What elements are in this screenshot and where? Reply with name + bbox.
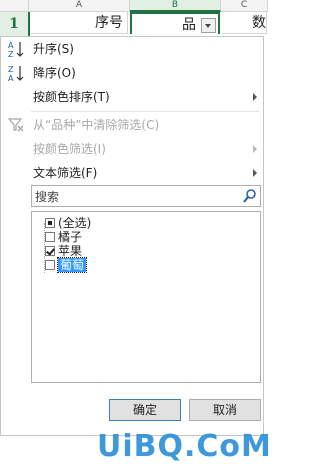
filter-dropdown-button[interactable] [201, 18, 216, 33]
search-input[interactable]: 搜索 [31, 185, 261, 207]
filter-item-select-all[interactable]: (全选) [45, 216, 92, 230]
filter-item-label: (全选) [58, 216, 92, 230]
cell-c1[interactable]: 数 [222, 12, 267, 34]
menu-item-filter-by-color: 按颜色筛选(I) [1, 137, 263, 161]
submenu-arrow-icon [253, 169, 257, 177]
clear-filter-label: 从“品种”中清除筛选(C) [33, 118, 160, 132]
orange-checkbox[interactable] [45, 232, 55, 242]
column-header-a[interactable]: A [29, 0, 130, 12]
sort-ascending-icon: A Z [8, 41, 24, 58]
filter-item-grape[interactable]: 葡萄 [45, 257, 88, 273]
column-header-c[interactable]: C [221, 0, 268, 12]
select-all-checkbox[interactable] [45, 218, 55, 228]
filter-item-label: 葡萄 [56, 257, 88, 273]
menu-item-sort-by-color[interactable]: 按颜色排序(T) [1, 85, 263, 109]
apple-checkbox[interactable] [45, 246, 55, 256]
row-header-1[interactable]: 1 [0, 12, 30, 36]
sort-descending-label: 降序(O) [33, 66, 76, 80]
submenu-arrow-icon [253, 93, 257, 101]
cell-a1[interactable]: 序号 [30, 12, 128, 34]
filter-item-orange[interactable]: 橘子 [45, 230, 83, 244]
select-all-corner[interactable] [0, 0, 29, 12]
filter-item-apple[interactable]: 苹果 [45, 244, 83, 258]
filter-item-label: 苹果 [58, 244, 83, 258]
menu-item-sort-ascending[interactable]: A Z 升序(S) [1, 37, 263, 61]
sort-descending-icon: Z A [8, 65, 24, 82]
autofilter-menu: A Z 升序(S) Z A 降序(O) 按颜色排序(T) 从“品种”中清除筛选(… [0, 36, 271, 464]
clear-filter-icon [7, 118, 24, 132]
text-filter-label: 文本筛选(F) [33, 166, 98, 180]
menu-item-clear-filter: 从“品种”中清除筛选(C) [1, 113, 263, 137]
svg-text:A: A [8, 41, 14, 50]
svg-text:Z: Z [8, 65, 14, 74]
menu-divider [31, 111, 259, 112]
cell-b1[interactable]: 品 [130, 12, 220, 34]
submenu-arrow-icon [253, 145, 257, 153]
grape-checkbox[interactable] [45, 260, 55, 270]
cell-b1-text: 品 [182, 17, 196, 33]
svg-text:A: A [8, 74, 14, 82]
search-placeholder: 搜索 [35, 190, 60, 204]
sort-by-color-label: 按颜色排序(T) [33, 90, 110, 104]
svg-text:Z: Z [8, 50, 14, 58]
filter-by-color-label: 按颜色筛选(I) [33, 142, 106, 156]
column-header-b[interactable]: B [130, 0, 221, 12]
search-icon[interactable] [242, 188, 258, 204]
filter-value-list[interactable]: (全选) 橘子 苹果 葡萄 [31, 211, 261, 383]
menu-item-text-filter[interactable]: 文本筛选(F) [1, 161, 263, 185]
sort-ascending-label: 升序(S) [33, 42, 74, 56]
spreadsheet-header: A B C 1 序号 品 数 [0, 0, 268, 36]
ok-button[interactable]: 确定 [109, 399, 181, 421]
watermark-logo: UiBQ.CoM [97, 429, 272, 464]
cancel-button[interactable]: 取消 [189, 399, 261, 421]
menu-item-sort-descending[interactable]: Z A 降序(O) [1, 61, 263, 85]
filter-item-label: 橘子 [58, 230, 83, 244]
